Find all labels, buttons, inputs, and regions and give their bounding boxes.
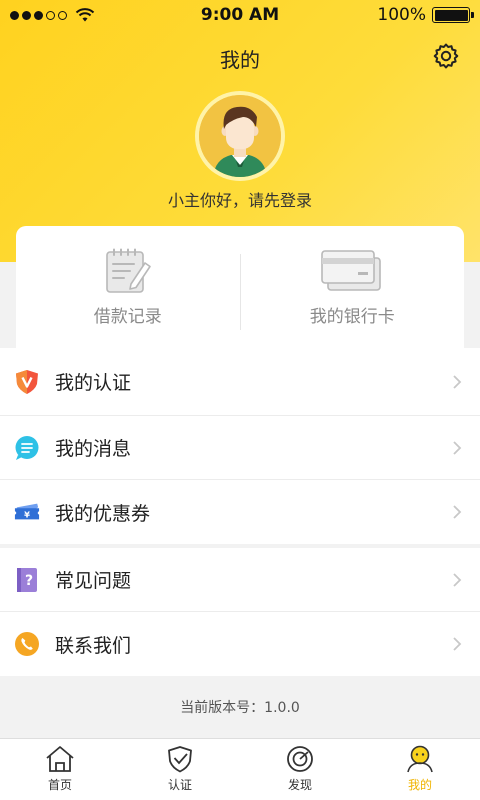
chat-bubble-icon bbox=[14, 435, 40, 461]
menu-label: 我的认证 bbox=[55, 372, 132, 394]
question-book-icon: ? bbox=[14, 567, 40, 593]
notepad-icon bbox=[105, 248, 151, 293]
coupon-ticket-icon: ¥ bbox=[14, 499, 40, 525]
menu-label: 我的消息 bbox=[55, 438, 132, 460]
loan-records-button[interactable]: 借款记录 bbox=[16, 226, 240, 348]
menu-item-coupons[interactable]: ¥ 我的优惠券 bbox=[0, 480, 480, 544]
tab-label: 我的 bbox=[407, 778, 432, 792]
menu-item-certification[interactable]: 我的认证 bbox=[0, 348, 480, 416]
status-right: 100% bbox=[377, 5, 474, 25]
avatar-icon bbox=[199, 95, 281, 177]
battery-icon bbox=[432, 7, 474, 23]
tab-home[interactable]: 首页 bbox=[0, 739, 120, 800]
tab-label: 发现 bbox=[287, 778, 312, 792]
phone-icon bbox=[14, 631, 40, 657]
chevron-right-icon bbox=[453, 637, 462, 651]
menu-item-messages[interactable]: 我的消息 bbox=[0, 416, 480, 480]
tab-label: 认证 bbox=[167, 778, 192, 792]
bank-card-icon bbox=[321, 250, 382, 291]
discover-icon bbox=[287, 746, 313, 772]
profile-screen: 9:00 AM 100% 我的 小主你好，请先登录 借款记录 我的银行卡 我的认… bbox=[0, 0, 480, 800]
status-bar: 9:00 AM 100% bbox=[0, 0, 480, 30]
tab-label: 首页 bbox=[47, 778, 72, 792]
shield-v-icon bbox=[14, 369, 40, 395]
quick-actions-card: 借款记录 我的银行卡 bbox=[16, 226, 464, 348]
shield-check-icon bbox=[168, 746, 192, 773]
menu-group-account: 我的认证 我的消息 ¥ 我的优惠券 bbox=[0, 348, 480, 544]
tab-profile[interactable]: 我的 bbox=[360, 739, 480, 800]
avatar[interactable] bbox=[195, 91, 285, 181]
loan-records-label: 借款记录 bbox=[93, 307, 162, 327]
menu-item-faq[interactable]: ? 常见问题 bbox=[0, 548, 480, 612]
menu-group-support: ? 常见问题 联系我们 bbox=[0, 548, 480, 676]
battery-percent: 100% bbox=[377, 5, 426, 25]
status-left bbox=[10, 7, 95, 23]
chevron-right-icon bbox=[453, 440, 462, 455]
bank-card-button[interactable]: 我的银行卡 bbox=[241, 226, 465, 348]
chevron-right-icon bbox=[453, 374, 462, 389]
page-title: 我的 bbox=[220, 48, 260, 72]
wifi-icon bbox=[75, 8, 95, 22]
menu-label: 我的优惠券 bbox=[55, 502, 151, 525]
login-prompt[interactable]: 小主你好，请先登录 bbox=[0, 187, 480, 211]
bank-card-label: 我的银行卡 bbox=[309, 307, 395, 327]
chevron-right-icon bbox=[453, 572, 462, 587]
menu-label: 联系我们 bbox=[55, 634, 132, 657]
gear-icon[interactable] bbox=[432, 42, 460, 70]
svg-text:¥: ¥ bbox=[24, 510, 30, 520]
svg-text:?: ? bbox=[25, 573, 33, 589]
tab-bar: 首页 认证 发现 我的 bbox=[0, 738, 480, 800]
profile-icon bbox=[407, 745, 433, 773]
version-text: 当前版本号：1.0.0 bbox=[0, 676, 480, 738]
home-icon bbox=[46, 746, 74, 772]
profile-header: 9:00 AM 100% 我的 小主你好，请先登录 bbox=[0, 0, 480, 262]
chevron-right-icon bbox=[453, 505, 462, 519]
tab-certification[interactable]: 认证 bbox=[120, 739, 240, 800]
signal-dots-icon bbox=[10, 10, 67, 20]
tab-discover[interactable]: 发现 bbox=[240, 739, 360, 800]
menu-item-contact[interactable]: 联系我们 bbox=[0, 612, 480, 676]
menu-label: 常见问题 bbox=[55, 570, 132, 592]
